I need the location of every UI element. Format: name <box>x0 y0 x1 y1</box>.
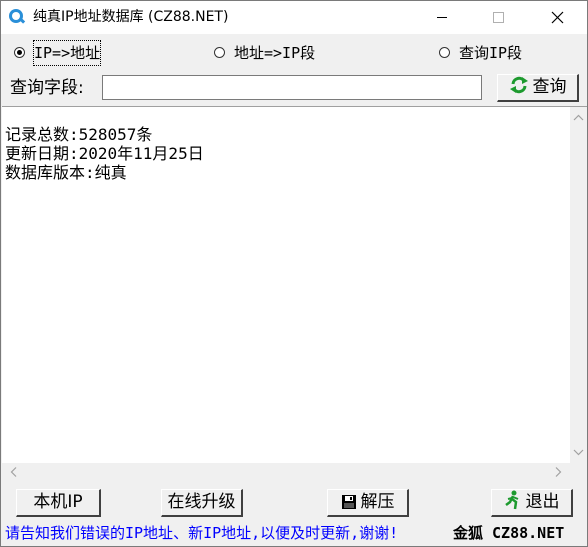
radio-label: 查询IP段 <box>459 44 523 62</box>
result-line: 数据库版本:纯真 <box>5 163 127 182</box>
result-text: 记录总数:528057条 更新日期:2020年11月25日 数据库版本:纯真 <box>5 125 204 182</box>
scroll-corner <box>570 463 587 481</box>
exit-button[interactable]: 退出 <box>491 489 573 517</box>
scroll-down-icon[interactable] <box>570 444 587 461</box>
app-window: 纯真IP地址数据库 (CZ88.NET) IP=>地址 地址=>IP段 查询IP… <box>0 0 588 547</box>
running-man-icon <box>504 490 522 518</box>
query-button-label: 查询 <box>532 77 567 97</box>
horizontal-scrollbar[interactable] <box>2 463 570 481</box>
window-title: 纯真IP地址数据库 (CZ88.NET) <box>33 9 229 25</box>
result-line: 记录总数:528057条 <box>5 125 153 144</box>
local-ip-button[interactable]: 本机IP <box>16 489 101 517</box>
radio-dot[interactable] <box>214 47 225 58</box>
floppy-disk-icon <box>341 493 357 518</box>
query-field-label: 查询字段: <box>10 78 84 98</box>
scroll-left-icon[interactable] <box>5 463 22 480</box>
radio-dot-selected[interactable] <box>14 47 25 58</box>
radio-label: 地址=>IP段 <box>234 44 316 62</box>
scroll-right-icon[interactable] <box>550 463 567 480</box>
result-line: 更新日期:2020年11月25日 <box>5 144 204 163</box>
vertical-scrollbar[interactable] <box>570 107 587 463</box>
refresh-icon <box>509 75 529 103</box>
result-textarea[interactable]: 记录总数:528057条 更新日期:2020年11月25日 数据库版本:纯真 <box>2 106 587 481</box>
local-ip-button-label: 本机IP <box>33 492 83 512</box>
radio-dot[interactable] <box>439 47 450 58</box>
exit-button-label: 退出 <box>525 492 560 512</box>
online-upgrade-button[interactable]: 在线升级 <box>161 489 243 517</box>
search-magnifier-icon <box>8 8 26 26</box>
query-input[interactable] <box>102 75 482 100</box>
radio-label: IP=>地址 <box>32 40 102 66</box>
minimize-button[interactable] <box>419 1 465 34</box>
unzip-button-label: 解压 <box>360 492 395 512</box>
query-button[interactable]: 查询 <box>497 74 579 102</box>
scroll-up-icon[interactable] <box>570 109 587 126</box>
close-button[interactable] <box>534 1 580 34</box>
online-upgrade-button-label: 在线升级 <box>167 492 236 512</box>
title-bar[interactable]: 纯真IP地址数据库 (CZ88.NET) <box>1 1 587 34</box>
maximize-button[interactable] <box>476 1 522 34</box>
unzip-button[interactable]: 解压 <box>327 489 409 517</box>
brand-label: 金狐 CZ88.NET <box>453 524 565 542</box>
feedback-link[interactable]: 请告知我们错误的IP地址、新IP地址,以便及时更新,谢谢! <box>5 522 398 544</box>
